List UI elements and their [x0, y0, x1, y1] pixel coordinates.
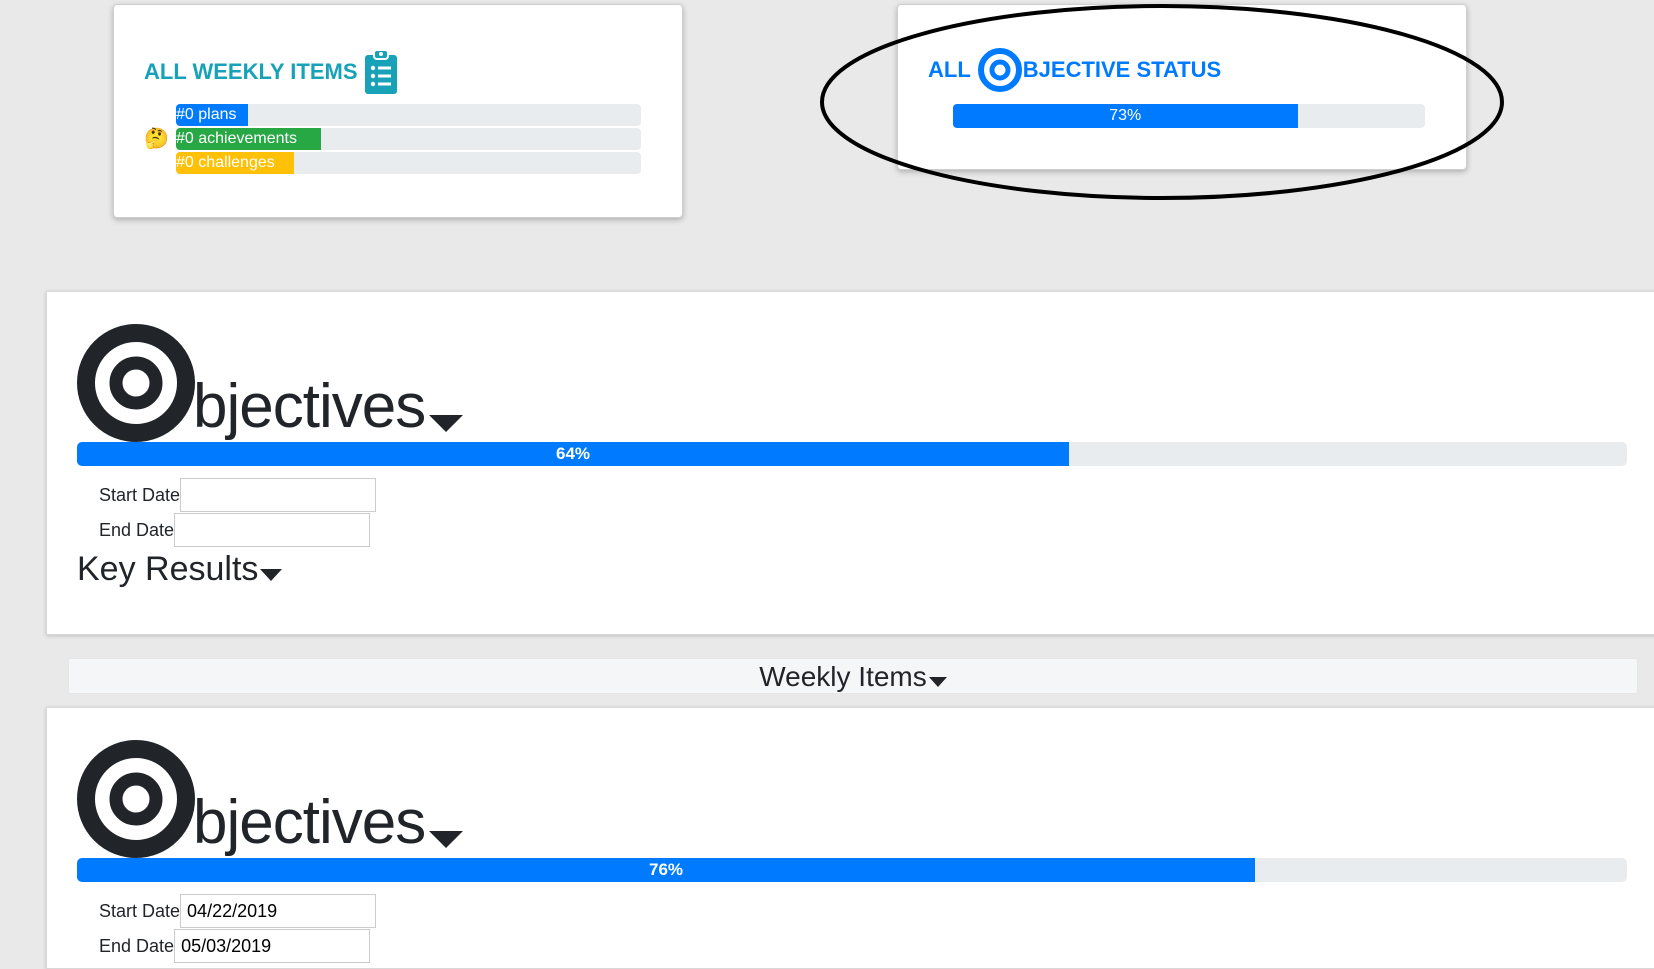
- plans-label: #0 plans: [176, 104, 248, 126]
- target-icon: [77, 324, 195, 442]
- end-date-input[interactable]: [174, 513, 371, 547]
- objective-card: bjectives 76% Start Date End Date: [46, 707, 1654, 969]
- achievements-progress: #0 achievements: [176, 128, 641, 150]
- objective-progress-fill: 76%: [77, 858, 1255, 882]
- objective-progress: 64%: [77, 442, 1627, 466]
- start-date-input[interactable]: [180, 478, 377, 512]
- weekly-items-label: Weekly Items: [759, 661, 927, 692]
- caret-down-icon[interactable]: [429, 831, 464, 848]
- objective-progress-fill: 64%: [77, 442, 1069, 466]
- caret-down-icon[interactable]: [429, 415, 464, 432]
- objective-card: bjectives 64% Start Date End Date Key Re…: [46, 291, 1654, 635]
- caret-down-icon[interactable]: [260, 569, 283, 581]
- end-date-input[interactable]: [174, 929, 371, 963]
- caret-down-icon[interactable]: [928, 676, 947, 687]
- clipboard-list-icon: [364, 49, 397, 94]
- plans-progress: #0 plans: [176, 104, 641, 126]
- objective-progress: 76%: [77, 858, 1627, 882]
- end-date-row: End Date: [99, 929, 371, 963]
- objectives-heading[interactable]: bjectives: [77, 740, 464, 858]
- start-date-input[interactable]: [180, 894, 377, 928]
- objectives-heading-text: bjectives: [193, 372, 426, 441]
- weekly-items-title: ALL WEEKLY ITEMS: [144, 49, 398, 95]
- highlight-ellipse: [820, 4, 1504, 200]
- key-results-heading[interactable]: Key Results: [77, 550, 283, 589]
- achievements-label: #0 achievements: [176, 128, 321, 150]
- start-date-row: Start Date: [99, 894, 377, 928]
- objectives-heading-text: bjectives: [193, 788, 426, 857]
- weekly-items-card: ALL WEEKLY ITEMS 🤔 #0 plans #0 achieveme…: [113, 4, 683, 218]
- weekly-items-title-text: ALL WEEKLY ITEMS: [144, 59, 358, 84]
- start-date-row: Start Date: [99, 478, 377, 512]
- objectives-heading[interactable]: bjectives: [77, 324, 464, 442]
- challenges-progress: #0 challenges: [176, 152, 641, 174]
- start-date-label: Start Date: [99, 484, 181, 505]
- end-date-label: End Date: [99, 935, 175, 956]
- challenges-label: #0 challenges: [176, 152, 294, 174]
- end-date-label: End Date: [99, 519, 175, 540]
- thinking-face-icon: 🤔: [144, 128, 169, 150]
- start-date-label: Start Date: [99, 900, 181, 921]
- key-results-label: Key Results: [77, 550, 259, 588]
- end-date-row: End Date: [99, 513, 371, 547]
- target-icon: [77, 740, 195, 858]
- weekly-items-toggle[interactable]: Weekly Items: [68, 658, 1638, 694]
